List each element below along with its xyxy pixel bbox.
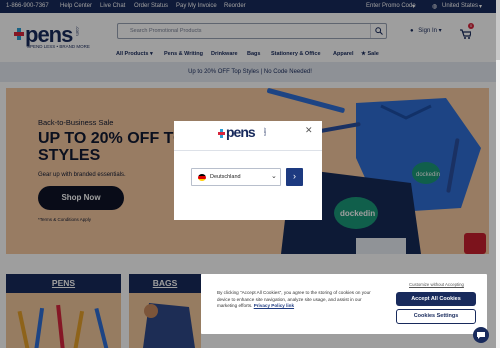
modal-logo: pens .com [218, 124, 278, 146]
scrollbar-thumb[interactable] [496, 0, 500, 60]
modal-logo-wordmark: pens [226, 124, 256, 140]
cookies-settings-button[interactable]: Cookies Settings [396, 309, 476, 324]
chat-icon [477, 332, 485, 339]
customize-without-accepting-link[interactable]: Customize without Accepting [409, 282, 464, 287]
page-scrollbar[interactable] [496, 0, 500, 348]
accept-all-cookies-button[interactable]: Accept All Cookies [396, 292, 476, 306]
modal-logo-suffix: .com [263, 127, 268, 136]
cookie-consent-banner: By clicking "Accept All Cookies", you ag… [201, 274, 487, 334]
country-dropdown[interactable]: Deutschland ⌄ [191, 168, 281, 186]
chat-widget-button[interactable] [473, 327, 489, 343]
country-go-button[interactable]: › [286, 168, 303, 186]
country-selection-modal: pens .com ✕ Deutschland ⌄ › [174, 121, 322, 220]
close-icon[interactable]: ✕ [305, 125, 313, 136]
modal-divider [174, 150, 322, 151]
cookie-text: By clicking "Accept All Cookies", you ag… [217, 290, 377, 310]
privacy-policy-link[interactable]: Privacy Policy link [254, 303, 294, 308]
selected-country: Deutschland [210, 174, 241, 180]
chevron-down-icon: ⌄ [271, 173, 277, 180]
logo-plus-icon [218, 129, 225, 138]
germany-flag-icon [198, 174, 206, 181]
chevron-right-icon: › [293, 171, 296, 181]
